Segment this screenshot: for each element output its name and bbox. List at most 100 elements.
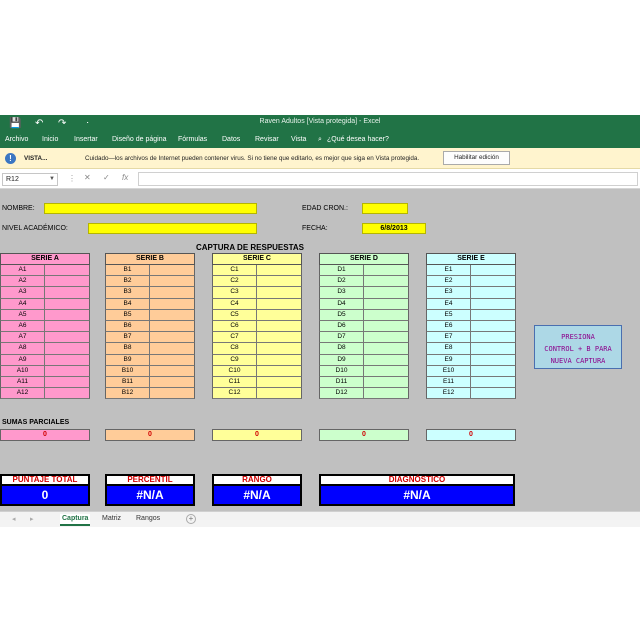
answer-cell[interactable]	[257, 321, 301, 331]
answer-cell[interactable]	[364, 276, 408, 286]
answer-cell[interactable]	[257, 276, 301, 286]
answer-cell[interactable]	[45, 299, 89, 309]
answer-cell[interactable]	[471, 276, 515, 286]
answer-cell[interactable]	[471, 388, 515, 398]
item-code: A11	[1, 376, 45, 388]
sheet-tab-rangos[interactable]: Rangos	[136, 515, 160, 522]
tell-me-search[interactable]: ¿Qué desea hacer?	[327, 136, 389, 143]
tab-inicio[interactable]: Inicio	[42, 136, 58, 143]
answer-cell[interactable]	[257, 310, 301, 320]
tab-datos[interactable]: Datos	[222, 136, 240, 143]
answer-cell[interactable]	[364, 265, 408, 275]
nombre-field[interactable]	[44, 203, 257, 214]
tab-revisar[interactable]: Revisar	[255, 136, 279, 143]
answer-cell[interactable]	[364, 343, 408, 353]
answer-cell[interactable]	[150, 343, 194, 353]
answer-cell[interactable]	[471, 321, 515, 331]
answer-row: C8	[212, 343, 302, 355]
answer-cell[interactable]	[364, 321, 408, 331]
answer-cell[interactable]	[150, 265, 194, 275]
nivel-academico-label: NIVEL ACADÉMICO:	[2, 225, 68, 232]
answer-cell[interactable]	[471, 355, 515, 365]
answer-cell[interactable]	[471, 287, 515, 297]
answer-cell[interactable]	[150, 388, 194, 398]
answer-cell[interactable]	[45, 388, 89, 398]
formula-input[interactable]	[138, 172, 638, 186]
tab-archivo[interactable]: Archivo	[5, 136, 28, 143]
answer-cell[interactable]	[45, 332, 89, 342]
answer-cell[interactable]	[150, 355, 194, 365]
tab-vista[interactable]: Vista	[291, 136, 306, 143]
sheet-tab-captura[interactable]: Captura	[60, 514, 91, 526]
tab-insertar[interactable]: Insertar	[74, 136, 98, 143]
answer-cell[interactable]	[45, 321, 89, 331]
shield-icon: !	[5, 153, 16, 164]
edad-cron-field[interactable]	[362, 203, 408, 214]
answer-cell[interactable]	[471, 265, 515, 275]
answer-cell[interactable]	[45, 287, 89, 297]
function-icon[interactable]: fx	[122, 173, 128, 182]
answer-cell[interactable]	[364, 299, 408, 309]
sheet-tab-matriz[interactable]: Matriz	[102, 515, 121, 522]
answer-cell[interactable]	[257, 265, 301, 275]
answer-cell[interactable]	[257, 299, 301, 309]
cancel-icon[interactable]: ✕	[84, 173, 91, 182]
answer-cell[interactable]	[471, 343, 515, 353]
answer-cell[interactable]	[364, 355, 408, 365]
answer-row: D10	[319, 365, 409, 377]
answer-row: B8	[105, 343, 195, 355]
answer-cell[interactable]	[150, 310, 194, 320]
enter-icon[interactable]: ✓	[103, 173, 110, 182]
prev-sheet-icon[interactable]: ◂	[12, 515, 16, 523]
answer-cell[interactable]	[150, 321, 194, 331]
fecha-field[interactable]: 6/8/2013	[362, 223, 426, 234]
answer-cell[interactable]	[45, 355, 89, 365]
item-code: E7	[427, 332, 471, 343]
enable-editing-button[interactable]: Habilitar edición	[443, 151, 510, 165]
answer-cell[interactable]	[471, 332, 515, 342]
answer-cell[interactable]	[364, 388, 408, 398]
serie-column: SERIE A A1 A2 A3 A4 A5 A6 A7 A8 A9 A10 A11 A12	[0, 253, 90, 400]
serie-header: SERIE D	[319, 253, 409, 265]
answer-cell[interactable]	[45, 366, 89, 376]
answer-cell[interactable]	[150, 287, 194, 297]
serie-header: SERIE E	[426, 253, 516, 265]
answer-cell[interactable]	[257, 355, 301, 365]
answer-cell[interactable]	[364, 287, 408, 297]
answer-cell[interactable]	[45, 377, 89, 387]
nivel-academico-field[interactable]	[88, 223, 257, 234]
answer-cell[interactable]	[364, 332, 408, 342]
answer-cell[interactable]	[364, 310, 408, 320]
answer-cell[interactable]	[364, 377, 408, 387]
next-sheet-icon[interactable]: ▸	[30, 515, 34, 523]
answer-cell[interactable]	[471, 366, 515, 376]
answer-cell[interactable]	[45, 343, 89, 353]
answer-cell[interactable]	[150, 377, 194, 387]
answer-cell[interactable]	[257, 343, 301, 353]
answer-cell[interactable]	[257, 366, 301, 376]
answer-cell[interactable]	[45, 265, 89, 275]
answer-cell[interactable]	[150, 276, 194, 286]
tab-formulas[interactable]: Fórmulas	[178, 136, 207, 143]
name-box[interactable]: R12 ▼	[2, 173, 58, 186]
answer-cell[interactable]	[45, 276, 89, 286]
chevron-down-icon[interactable]: ▼	[49, 174, 55, 185]
answer-cell[interactable]	[364, 366, 408, 376]
lightbulb-icon[interactable]: ⌕	[318, 136, 322, 144]
add-sheet-icon[interactable]: +	[186, 514, 196, 524]
nombre-label: NOMBRE:	[2, 205, 35, 212]
answer-cell[interactable]	[150, 299, 194, 309]
answer-cell[interactable]	[471, 310, 515, 320]
answer-cell[interactable]	[257, 332, 301, 342]
tab-diseno-pagina[interactable]: Diseño de página	[112, 136, 167, 143]
answer-cell[interactable]	[257, 287, 301, 297]
answer-cell[interactable]	[45, 310, 89, 320]
answer-cell[interactable]	[471, 299, 515, 309]
answer-cell[interactable]	[257, 377, 301, 387]
answer-row: D1	[319, 265, 409, 277]
answer-cell[interactable]	[150, 366, 194, 376]
answer-cell[interactable]	[257, 388, 301, 398]
answer-cell[interactable]	[471, 377, 515, 387]
answer-cell[interactable]	[150, 332, 194, 342]
nueva-captura-button[interactable]: PRESIONA CONTROL + B PARA NUEVA CAPTURA	[534, 325, 622, 369]
